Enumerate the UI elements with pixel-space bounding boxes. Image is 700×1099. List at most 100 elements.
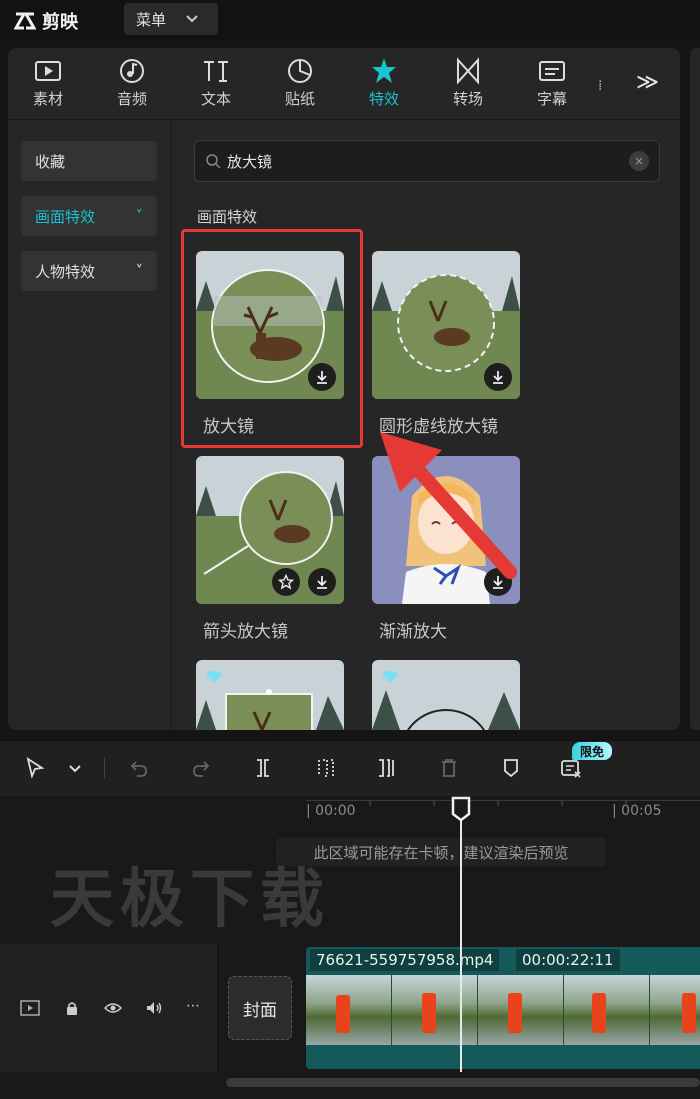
redo-button[interactable] (186, 753, 216, 783)
trash-icon (442, 759, 456, 777)
more-icon: ≫ (636, 70, 660, 95)
ruler-ticks (369, 800, 627, 806)
redo-icon (193, 761, 210, 777)
chevron-down-icon (69, 765, 81, 773)
video-frame (478, 975, 564, 1045)
clip-duration: 00:00:22:11 (516, 949, 620, 971)
effect-card-premium-2[interactable] (372, 660, 520, 730)
menu-button[interactable]: 菜单 (124, 3, 218, 35)
clip-filename: 76621-559757958.mp4 (310, 949, 500, 971)
select-tool-dropdown[interactable] (60, 753, 90, 783)
tab-label: 文本 (200, 90, 231, 108)
more-options-icon[interactable]: ⋯ (186, 998, 206, 1014)
trim-left-button[interactable] (310, 753, 340, 783)
sidebar-item-screen-effects[interactable]: 画面特效 ˅ (21, 196, 157, 236)
tab-sticker[interactable]: 贴纸 (268, 56, 332, 116)
undo-button[interactable] (124, 753, 154, 783)
split-button[interactable] (248, 753, 278, 783)
audio-icon (120, 59, 144, 83)
video-frame (306, 975, 392, 1045)
lock-track-button[interactable] (64, 1000, 80, 1016)
category-toolbar: 素材 音频 文本 贴纸 特效 转场 字幕 ⁞ ≫ (8, 48, 680, 120)
diamond-icon (382, 668, 398, 683)
split-icon (257, 759, 269, 777)
playhead-handle-icon[interactable] (451, 796, 471, 822)
cover-button[interactable]: 封面 (228, 976, 292, 1040)
trim-left-icon (318, 759, 334, 777)
lock-icon (67, 1002, 77, 1015)
marker-button[interactable] (496, 753, 526, 783)
clip-frames (306, 975, 700, 1045)
video-track-icon (20, 1000, 40, 1016)
mute-button[interactable] (145, 1000, 163, 1016)
title-bar: 剪映 菜单 (0, 0, 700, 40)
horizontal-scrollbar[interactable] (226, 1078, 700, 1087)
download-icon (317, 576, 327, 589)
tab-effects[interactable]: 特效 (352, 56, 416, 116)
effect-label: 箭头放大镜 (203, 622, 288, 642)
sidebar-item-label: 收藏 (35, 152, 66, 171)
visibility-button[interactable] (103, 1000, 123, 1016)
sidebar-item-label: 人物特效 (35, 262, 96, 281)
cursor-icon (26, 757, 45, 779)
section-title: 画面特效 (197, 208, 258, 226)
capcut-logo-icon (14, 12, 36, 30)
select-tool-button[interactable] (20, 753, 50, 783)
chevron-down-icon: ˅ (135, 262, 144, 280)
effect-card-premium-1[interactable] (196, 660, 344, 730)
effect-card-dashed-circle-magnifier[interactable] (372, 251, 520, 399)
media-icon (35, 61, 61, 81)
sidebar-item-favorites[interactable]: 收藏 (21, 141, 157, 181)
tab-media[interactable]: 素材 (16, 56, 80, 116)
clear-search-button[interactable]: × (629, 151, 649, 171)
star-icon (278, 574, 294, 590)
speaker-icon (147, 1002, 162, 1014)
download-button[interactable] (308, 568, 336, 596)
tab-label: 音频 (116, 90, 147, 108)
more-tabs-button[interactable]: ≫ (636, 70, 659, 95)
delete-button[interactable] (434, 753, 464, 783)
video-clip[interactable]: 76621-559757958.mp4 00:00:22:11 (306, 947, 700, 1069)
marker-icon (504, 759, 518, 778)
sticker-icon (288, 59, 312, 83)
trim-right-icon (379, 759, 394, 777)
trim-right-button[interactable] (372, 753, 402, 783)
tab-label: 特效 (368, 90, 399, 108)
tab-caption[interactable]: 字幕 (520, 56, 584, 116)
tab-audio[interactable]: 音频 (100, 56, 164, 116)
tab-label: 贴纸 (284, 90, 315, 108)
download-icon (493, 371, 503, 384)
caption-icon (539, 61, 565, 81)
favorite-button[interactable] (272, 568, 300, 596)
tab-label: 素材 (32, 90, 63, 108)
search-value: 放大镜 (227, 152, 273, 171)
video-frame (392, 975, 478, 1045)
search-icon (206, 154, 221, 169)
text-icon (204, 61, 228, 82)
search-input[interactable]: 放大镜 × (194, 140, 660, 182)
playhead[interactable] (460, 798, 462, 1072)
effect-card-arrow-magnifier[interactable] (196, 456, 344, 604)
tab-label: 转场 (452, 90, 483, 108)
sidebar-item-label: 画面特效 (35, 207, 96, 226)
tab-transition[interactable]: 转场 (436, 56, 500, 116)
undo-icon (130, 761, 147, 777)
effects-icon (372, 58, 396, 83)
menu-label: 菜单 (136, 10, 167, 29)
track-type-button[interactable] (20, 1000, 40, 1016)
effects-panel: 素材 音频 文本 贴纸 特效 转场 字幕 ⁞ ≫ 收藏 画面特效 ˅ 人物特效 … (8, 48, 680, 730)
effects-sidebar: 收藏 画面特效 ˅ 人物特效 ˅ (8, 120, 172, 730)
eye-icon (103, 1003, 123, 1013)
divider (104, 757, 105, 779)
app-name: 剪映 (42, 12, 78, 33)
download-button[interactable] (484, 363, 512, 391)
right-panel-edge (690, 48, 700, 730)
highlight-box (181, 229, 363, 448)
app-logo: 剪映 (14, 8, 78, 34)
diamond-icon (206, 668, 222, 683)
chevron-down-icon: ˅ (135, 207, 144, 225)
sidebar-item-character-effects[interactable]: 人物特效 ˅ (21, 251, 157, 291)
chevron-down-icon (186, 15, 198, 23)
tab-text[interactable]: 文本 (184, 56, 248, 116)
tab-label: 字幕 (536, 90, 567, 108)
